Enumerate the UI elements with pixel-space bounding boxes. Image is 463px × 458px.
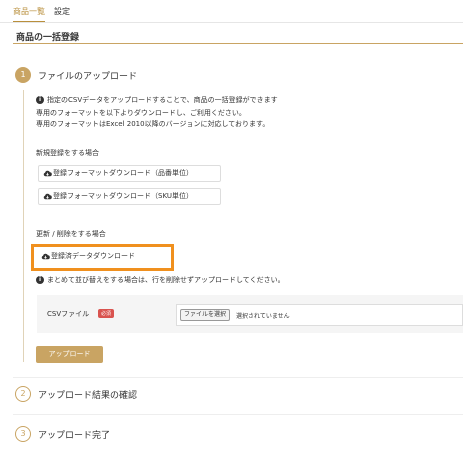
download-format-sku-label: 登録フォーマットダウンロード（SKU単位） <box>53 192 193 200</box>
info-line-2: 専用のフォーマットを以下よりダウンロードし、ご利用ください。 <box>36 109 246 117</box>
step-divider-1 <box>13 377 463 378</box>
cloud-download-icon <box>43 193 52 200</box>
page-title: 商品の一括登録 <box>16 33 80 43</box>
step-1-label: ファイルのアップロード <box>38 72 138 82</box>
cloud-download-icon <box>41 253 50 260</box>
tab-divider <box>0 22 463 23</box>
step-divider-2 <box>13 414 463 415</box>
download-format-product-button[interactable]: 登録フォーマットダウンロード（品番単位） <box>38 165 221 182</box>
reorder-note: i まとめて並び替えをする場合は、行を削除せずアップロードしてください。 <box>36 275 285 285</box>
tab-bar: 商品一覧 設定 <box>0 0 463 23</box>
download-registered-data-button[interactable]: 登録済データダウンロード <box>37 249 169 266</box>
info-line-3: 専用のフォーマットはExcel 2010以降のバージョンに対応しております。 <box>36 120 270 128</box>
upload-button[interactable]: アップロード <box>36 346 103 363</box>
tab-settings[interactable]: 設定 <box>54 6 70 21</box>
step-2-number: 2 <box>15 386 31 402</box>
download-format-product-label: 登録フォーマットダウンロード（品番単位） <box>53 169 193 177</box>
info-circle-icon: i <box>36 276 44 284</box>
cloud-download-icon <box>43 170 52 177</box>
step-rail <box>23 90 24 362</box>
choose-file-button[interactable]: ファイルを選択 <box>180 309 231 321</box>
title-underline <box>13 43 463 44</box>
reorder-note-text: まとめて並び替えをする場合は、行を削除せずアップロードしてください。 <box>47 276 285 284</box>
step-3-number: 3 <box>15 426 31 442</box>
no-file-selected-text: 選択されていません <box>236 313 290 320</box>
info-circle-icon: i <box>36 96 44 104</box>
info-line-1: i 指定のCSVデータをアップロードすることで、商品の一括登録ができます <box>36 95 278 105</box>
update-delete-heading: 更新 / 削除をする場合 <box>36 230 106 238</box>
info-text-1: 指定のCSVデータをアップロードすることで、商品の一括登録ができます <box>47 96 278 104</box>
download-format-sku-button[interactable]: 登録フォーマットダウンロード（SKU単位） <box>38 188 221 205</box>
step-1-number: 1 <box>15 67 31 83</box>
download-registered-data-label: 登録済データダウンロード <box>51 252 135 260</box>
tab-product-list[interactable]: 商品一覧 <box>13 6 45 23</box>
required-badge: 必須 <box>98 309 115 318</box>
new-registration-heading: 新規登録をする場合 <box>36 149 99 157</box>
step-3-label: アップロード完了 <box>38 431 111 441</box>
csv-file-label: CSVファイル <box>47 310 90 318</box>
step-2-label: アップロード結果の確認 <box>38 391 138 401</box>
